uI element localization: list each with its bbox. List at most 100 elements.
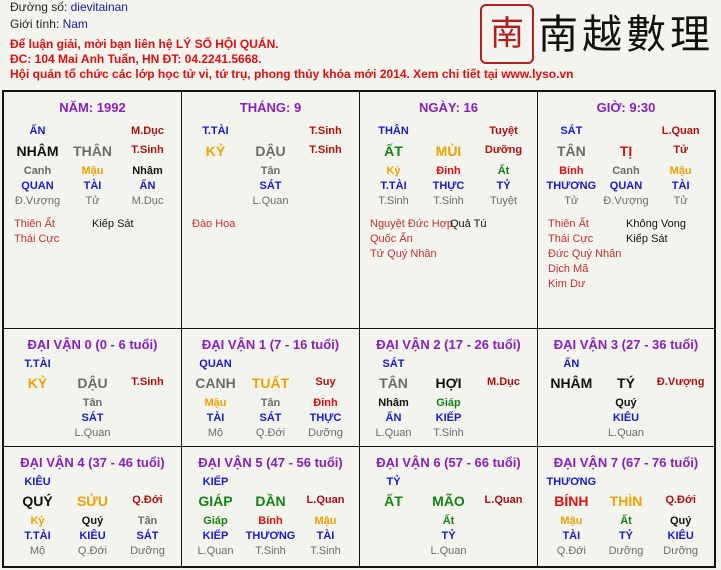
life-stage: Q.Đới (77, 545, 108, 557)
life-stage: Đ.Vượng (14, 195, 61, 207)
luck-title: ĐẠI VẬN 3 (27 - 36 tuổi) (553, 337, 699, 352)
ten-god: QUAN (609, 180, 643, 192)
ten-god: TỶ (618, 530, 634, 542)
earthly-branch: THÂN (73, 143, 112, 159)
heavenly-stem: TÂN (379, 375, 408, 391)
life-stage-row: L.Quan (10, 426, 175, 440)
star: Tứ Quý Nhân (370, 248, 437, 260)
ten-god: SÁT (81, 412, 104, 424)
life-stage-row: Tử Đ.Vượng Tử (544, 194, 708, 208)
ten-god: TÀI (316, 530, 335, 542)
ten-god: ẤN (385, 412, 402, 424)
earthly-branch: DẬU (77, 375, 108, 391)
luck-main-row: GIÁP DẦN L.Quan (188, 493, 353, 510)
hidden-stems-row: Mậu Tân Đinh (188, 396, 353, 410)
contact-line: Để luận giải, mời bạn liên hệ LÝ SỐ HỘI … (10, 37, 279, 51)
hidden-stems-row: Nhâm Giáp (366, 396, 531, 410)
hidden-stems-row: Ất (366, 514, 531, 528)
ten-gods-row: SÁT (10, 411, 175, 425)
branch-status: Q.Đới (132, 494, 163, 506)
earthly-branch: MÃO (432, 493, 465, 509)
branch-status: Đ.Vượng (656, 376, 705, 388)
ten-god: SÁT (136, 530, 159, 542)
hidden-stem: Quý (615, 397, 637, 409)
stem-status: L.Quan (661, 125, 700, 137)
life-stage: Tử (673, 195, 688, 207)
logo: 南 南越數理 (480, 2, 720, 68)
stem-status: T.Sinh (309, 125, 342, 137)
ten-god (476, 411, 531, 425)
ten-god: SÁT (259, 180, 282, 192)
earthly-branch: HỢI (435, 375, 462, 391)
ten-god (188, 179, 243, 193)
ten-god: THỰC (309, 412, 342, 424)
ten-gods-row: T.TÀI THỰC TỶ (366, 179, 531, 193)
ten-god: KIÊU (667, 530, 694, 542)
earthly-branch: TỊ (619, 143, 633, 159)
heavenly-stem: KỶ (27, 375, 48, 391)
hidden-stem: Mậu (81, 165, 104, 177)
hidden-stem: Quý (81, 515, 104, 527)
luck-main-row: BÍNH THÌN Q.Đới (544, 493, 708, 510)
life-stage (366, 544, 421, 558)
stem-god: SÁT (560, 125, 583, 137)
heavenly-stem: QUÝ (22, 493, 53, 509)
pillar-top-row: T.TÀI T.Sinh (188, 124, 353, 138)
star: Quả Tú (450, 218, 487, 230)
life-stage-row: Q.Đới Dưỡng Dưỡng (544, 544, 708, 558)
ten-gods-row: TÀI SÁT THỰC (188, 411, 353, 425)
luck-top-row: T.TÀI (10, 357, 175, 371)
earthly-branch: DẦN (255, 493, 286, 509)
hidden-stem: Bính (258, 515, 283, 527)
ten-god (476, 529, 531, 543)
hidden-stems-row: Quý (544, 396, 708, 410)
star: Đức Quý Nhân (548, 248, 622, 260)
luck-pillar-5: ĐẠI VẬN 5 (47 - 56 tuổi) KIẾP GIÁP DẦN L… (182, 447, 360, 566)
gender-label: Giới tính: (10, 17, 60, 31)
ten-god: TÀI (671, 180, 690, 192)
hidden-stem: Mậu (314, 515, 337, 527)
earthly-branch: TUẤT (251, 375, 290, 391)
luck-main-row: TÂN HỢI M.Dục (366, 375, 531, 392)
stem-god: T.TÀI (202, 125, 229, 137)
star: Thiên Ất (548, 218, 589, 230)
life-stage: L.Quan (375, 427, 412, 439)
hidden-stems-row: Tân (10, 396, 175, 410)
luck-pillar-1: ĐẠI VẬN 1 (7 - 16 tuổi) QUAN CANH TUẤT S… (182, 329, 360, 447)
ten-gods-row: KIẾP THƯƠNG TÀI (188, 529, 353, 543)
logo-seal: 南 (480, 4, 534, 64)
hidden-stem (120, 396, 175, 410)
stem-god: KIÊU (24, 476, 51, 488)
hidden-stem: Quý (669, 515, 692, 527)
ten-gods-row: KIÊU (544, 411, 708, 425)
branch-status: L.Quan (306, 494, 345, 506)
pillar-top-row: THÂN Tuyệt (366, 124, 531, 138)
ten-gods-row: TÀI TỶ KIÊU (544, 529, 708, 543)
branch-status: L.Quan (484, 494, 523, 506)
symbolic-stars: Nguyệt Đức Hợp Quả Tú Quốc Ấn Tứ Quý Nhân (370, 217, 530, 262)
life-stage-row: Mộ Q.Đới Dưỡng (188, 426, 353, 440)
ten-god (544, 411, 599, 425)
heavenly-stem: ẤT (384, 493, 403, 509)
hidden-stem (298, 164, 353, 178)
luck-top-row: ẤN (544, 357, 708, 371)
hidden-stem (366, 514, 421, 528)
stem-god: TỶ (386, 476, 401, 488)
pillar-top-row: ẤN M.Dục (10, 124, 175, 138)
life-stage-row: Đ.Vượng Tử M.Dục (10, 194, 175, 208)
luck-title: ĐẠI VẬN 4 (37 - 46 tuổi) (20, 455, 165, 470)
star: Thái Cực (548, 233, 594, 245)
luck-top-row: KIẾP (188, 475, 353, 489)
life-stage (120, 426, 175, 440)
luck-main-row: KỶ DẬU T.Sinh (10, 375, 175, 392)
life-stage: Tử (85, 195, 100, 207)
ten-gods-row: QUAN TÀI ẤN (10, 179, 175, 193)
ten-gods-row: T.TÀI KIÊU SÁT (10, 529, 175, 543)
hidden-stem: Mậu (204, 397, 227, 409)
ten-gods-row: TỶ (366, 529, 531, 543)
stem-god: QUAN (199, 358, 232, 370)
ten-gods-row: SÁT (188, 179, 353, 193)
life-stage: T.Sinh (433, 195, 464, 207)
address-line: ĐC: 104 Mai Anh Tuấn, HN ĐT: 04.2241.566… (10, 52, 262, 66)
life-stage: Dưỡng (130, 545, 165, 557)
